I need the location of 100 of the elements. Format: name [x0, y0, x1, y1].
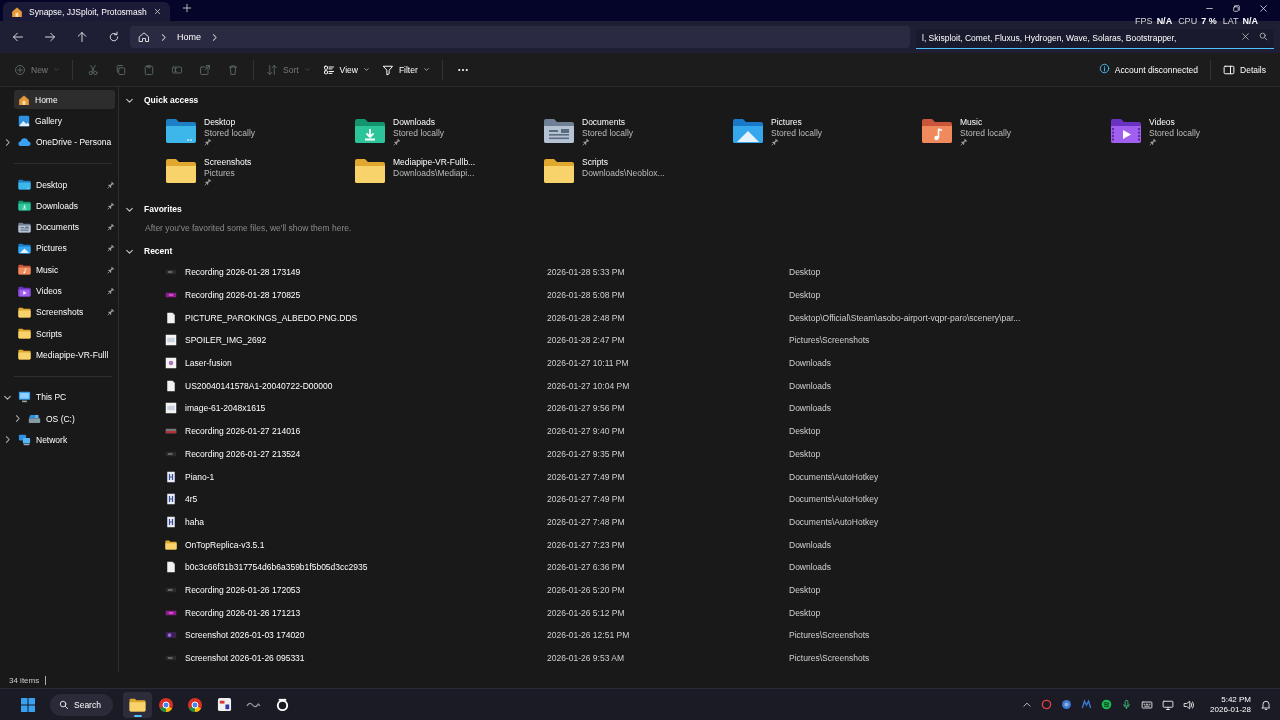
close-icon[interactable]	[152, 7, 162, 16]
folder-location: Pictures	[204, 167, 236, 178]
chevron-right-icon[interactable]	[159, 32, 168, 42]
sidebar-item[interactable]: Music	[14, 260, 115, 280]
search-field[interactable]: l, Skisploit, Comet, Fluxus, Hydrogen, Wave, Solaras, Bootstrapper,	[916, 28, 1274, 49]
forward-icon[interactable]	[44, 31, 56, 43]
file-name[interactable]: Screenshot 2026-01-26 095331	[185, 653, 305, 664]
folder-name[interactable]: Screenshots	[204, 157, 252, 168]
folder-icon	[128, 697, 146, 712]
section-title[interactable]: Favorites	[144, 204, 182, 214]
search-icon[interactable]	[1259, 32, 1268, 41]
file-name[interactable]: OnTopReplica-v3.5.1	[185, 539, 265, 550]
gallery-icon	[18, 114, 30, 127]
monitor-icon[interactable]	[1162, 698, 1175, 711]
sidebar-item[interactable]: Home	[14, 90, 115, 110]
folder-location: Stored locally	[393, 127, 445, 138]
sidebar-item[interactable]: Downloads	[14, 196, 115, 216]
folder-name[interactable]: Music	[960, 117, 1012, 128]
date-modified: 2026-01-26 12:51 PM	[547, 630, 631, 641]
file-name[interactable]: US20040141578A1-20040722-D00000	[185, 380, 333, 391]
folder-name[interactable]: Pictures	[771, 117, 823, 128]
close-icon[interactable]	[1259, 4, 1268, 13]
folder-name[interactable]: Videos	[1149, 117, 1201, 128]
file-name[interactable]: image-61-2048x1615	[185, 403, 266, 414]
sidebar-item[interactable]: OneDrive - Persona	[14, 132, 115, 152]
folder-name[interactable]: Scripts	[582, 157, 665, 168]
clock-date[interactable]: 2026-01-28	[1210, 704, 1251, 715]
tray-app-icon[interactable]	[1081, 699, 1093, 710]
search-button[interactable]: Search	[50, 693, 113, 716]
app-icon[interactable]	[274, 697, 290, 712]
microphone-icon[interactable]	[1121, 699, 1133, 710]
sidebar-item[interactable]: This PC	[14, 387, 115, 407]
desktop-folder-icon	[165, 118, 197, 144]
folder-location: Downloads\Mediapi...	[393, 167, 476, 178]
sidebar-item[interactable]: Videos	[14, 281, 115, 301]
folder-name[interactable]: Mediapipe-VR-Fullb...	[393, 157, 476, 168]
clock-time[interactable]: 5:42 PM	[1221, 694, 1251, 705]
sidebar-item[interactable]: Network	[14, 430, 115, 450]
tab[interactable]: Synapse, JJSploit, Protosmash	[3, 2, 170, 21]
folder-name[interactable]: Desktop	[204, 117, 256, 128]
file-name[interactable]: Recording 2026-01-27 213524	[185, 448, 301, 459]
file-name[interactable]: Recording 2026-01-28 173149	[185, 267, 301, 278]
sidebar-item[interactable]: Scripts	[14, 324, 115, 344]
clear-icon[interactable]	[1241, 32, 1250, 41]
file-name[interactable]: Recording 2026-01-26 172053	[185, 584, 301, 595]
tray-app-icon[interactable]	[1041, 699, 1053, 710]
folder-icon	[354, 158, 386, 184]
file-name[interactable]: PICTURE_PAROKINGS_ALBEDO.PNG.DDS	[185, 312, 358, 323]
back-icon[interactable]	[12, 31, 24, 43]
sidebar-item[interactable]: Screenshots	[14, 302, 115, 322]
sidebar-item[interactable]: Documents	[14, 217, 115, 237]
section-title[interactable]: Quick access	[144, 95, 199, 105]
browser-icon[interactable]	[187, 696, 204, 713]
date-modified: 2026-01-27 6:36 PM	[547, 562, 626, 573]
download-folder-icon	[354, 118, 386, 144]
speaker-icon[interactable]	[1183, 698, 1196, 711]
file-name[interactable]: b0c3c66f31b317754d6b6a359b1f5b05d3cc2935	[185, 562, 368, 573]
file-name[interactable]: SPOILER_IMG_2692	[185, 335, 267, 346]
file-name[interactable]: Recording 2026-01-27 214016	[185, 426, 301, 437]
refresh-icon[interactable]	[108, 31, 120, 43]
date-modified: 2026-01-27 9:40 PM	[547, 426, 626, 437]
keyboard-icon[interactable]	[1141, 698, 1154, 711]
file-name[interactable]: Piano-1	[185, 471, 215, 482]
breadcrumb[interactable]: Home	[177, 32, 201, 42]
start-icon[interactable]	[19, 696, 36, 713]
details-button[interactable]: Details	[1217, 59, 1272, 80]
sidebar-item[interactable]: Mediapipe-VR-Fulll	[14, 345, 115, 365]
account-status-button[interactable]: Account disconnected	[1092, 59, 1204, 80]
file-name[interactable]: Laser-fusion	[185, 358, 232, 369]
caret-icon	[362, 66, 370, 73]
sidebar-item[interactable]: Pictures	[14, 238, 115, 258]
browser-icon[interactable]	[158, 696, 175, 713]
address-bar[interactable]: Home	[130, 26, 910, 48]
file-location: Desktop	[789, 267, 822, 278]
app-icon[interactable]	[216, 697, 232, 712]
details-pane-icon	[1223, 63, 1235, 76]
tray-app-icon[interactable]	[1061, 699, 1073, 710]
folder-name[interactable]: Documents	[582, 117, 634, 128]
plus-icon[interactable]	[181, 3, 192, 13]
tray-app-icon[interactable]	[1101, 699, 1113, 710]
file-name[interactable]: Recording 2026-01-26 171213	[185, 607, 301, 618]
chevron-right-icon[interactable]	[210, 32, 219, 42]
sidebar-item[interactable]: OS (C:)	[24, 409, 115, 428]
folder-name[interactable]: Downloads	[393, 117, 445, 128]
view-icon	[322, 63, 335, 76]
filter-button[interactable]: Filter	[375, 59, 436, 80]
section-title[interactable]: Recent	[144, 246, 173, 256]
file-location: Documents\AutoHotkey	[789, 471, 880, 482]
home-icon[interactable]	[138, 31, 150, 43]
notification-bell-icon[interactable]	[1260, 698, 1272, 711]
restore-icon[interactable]	[1232, 4, 1241, 13]
view-button[interactable]: View	[316, 59, 376, 80]
sidebar-item[interactable]: Gallery	[14, 111, 115, 131]
date-modified: 2026-01-26 5:20 PM	[547, 584, 626, 595]
file-name[interactable]: haha	[185, 516, 204, 527]
sidebar-item[interactable]: Desktop	[14, 175, 115, 195]
file-name[interactable]: Recording 2026-01-28 170825	[185, 290, 301, 301]
file-name[interactable]: Screenshot 2026-01-03 174020	[185, 630, 305, 641]
up-icon[interactable]	[76, 31, 88, 43]
file-name[interactable]: 4r5	[185, 494, 198, 505]
